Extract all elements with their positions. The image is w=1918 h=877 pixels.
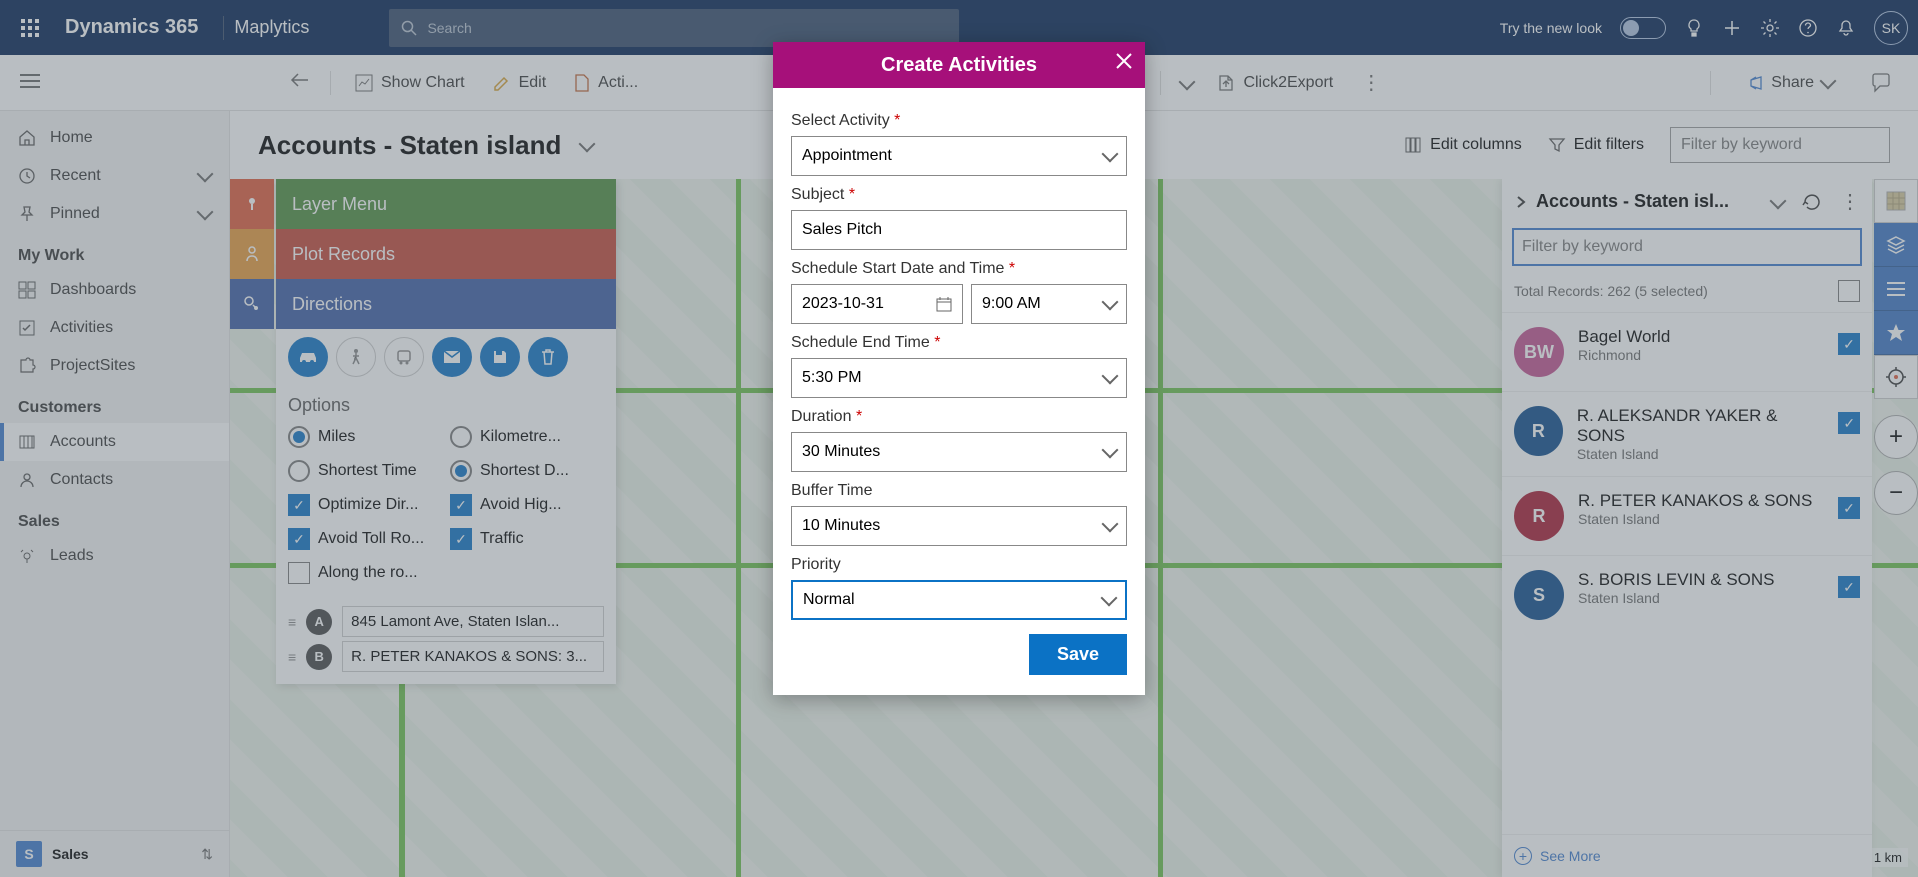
label-priority: Priority: [791, 556, 1127, 574]
label-subject: Subject *: [791, 186, 1127, 204]
duration-select[interactable]: 30 Minutes: [791, 432, 1127, 472]
save-button[interactable]: Save: [1029, 634, 1127, 675]
chevron-down-icon: [1104, 147, 1116, 165]
label-end: Schedule End Time *: [791, 334, 1127, 352]
priority-select[interactable]: Normal: [791, 580, 1127, 620]
end-time-select[interactable]: 5:30 PM: [791, 358, 1127, 398]
label-start: Schedule Start Date and Time *: [791, 260, 1127, 278]
modal-header: Create Activities: [773, 42, 1145, 88]
calendar-icon: [936, 296, 952, 312]
close-icon[interactable]: [1115, 52, 1133, 76]
start-date-input[interactable]: 2023-10-31: [791, 284, 963, 324]
label-duration: Duration *: [791, 408, 1127, 426]
create-activities-modal: Create Activities Select Activity * Appo…: [773, 42, 1145, 695]
chevron-down-icon: [1104, 369, 1116, 387]
label-activity: Select Activity *: [791, 112, 1127, 130]
start-time-select[interactable]: 9:00 AM: [971, 284, 1127, 324]
chevron-down-icon: [1104, 443, 1116, 461]
activity-select[interactable]: Appointment: [791, 136, 1127, 176]
modal-overlay: Create Activities Select Activity * Appo…: [0, 0, 1918, 877]
subject-input[interactable]: [791, 210, 1127, 250]
label-buffer: Buffer Time: [791, 482, 1127, 500]
chevron-down-icon: [1103, 591, 1115, 609]
chevron-down-icon: [1104, 517, 1116, 535]
buffer-select[interactable]: 10 Minutes: [791, 506, 1127, 546]
modal-title: Create Activities: [881, 54, 1037, 77]
chevron-down-icon: [1104, 295, 1116, 313]
